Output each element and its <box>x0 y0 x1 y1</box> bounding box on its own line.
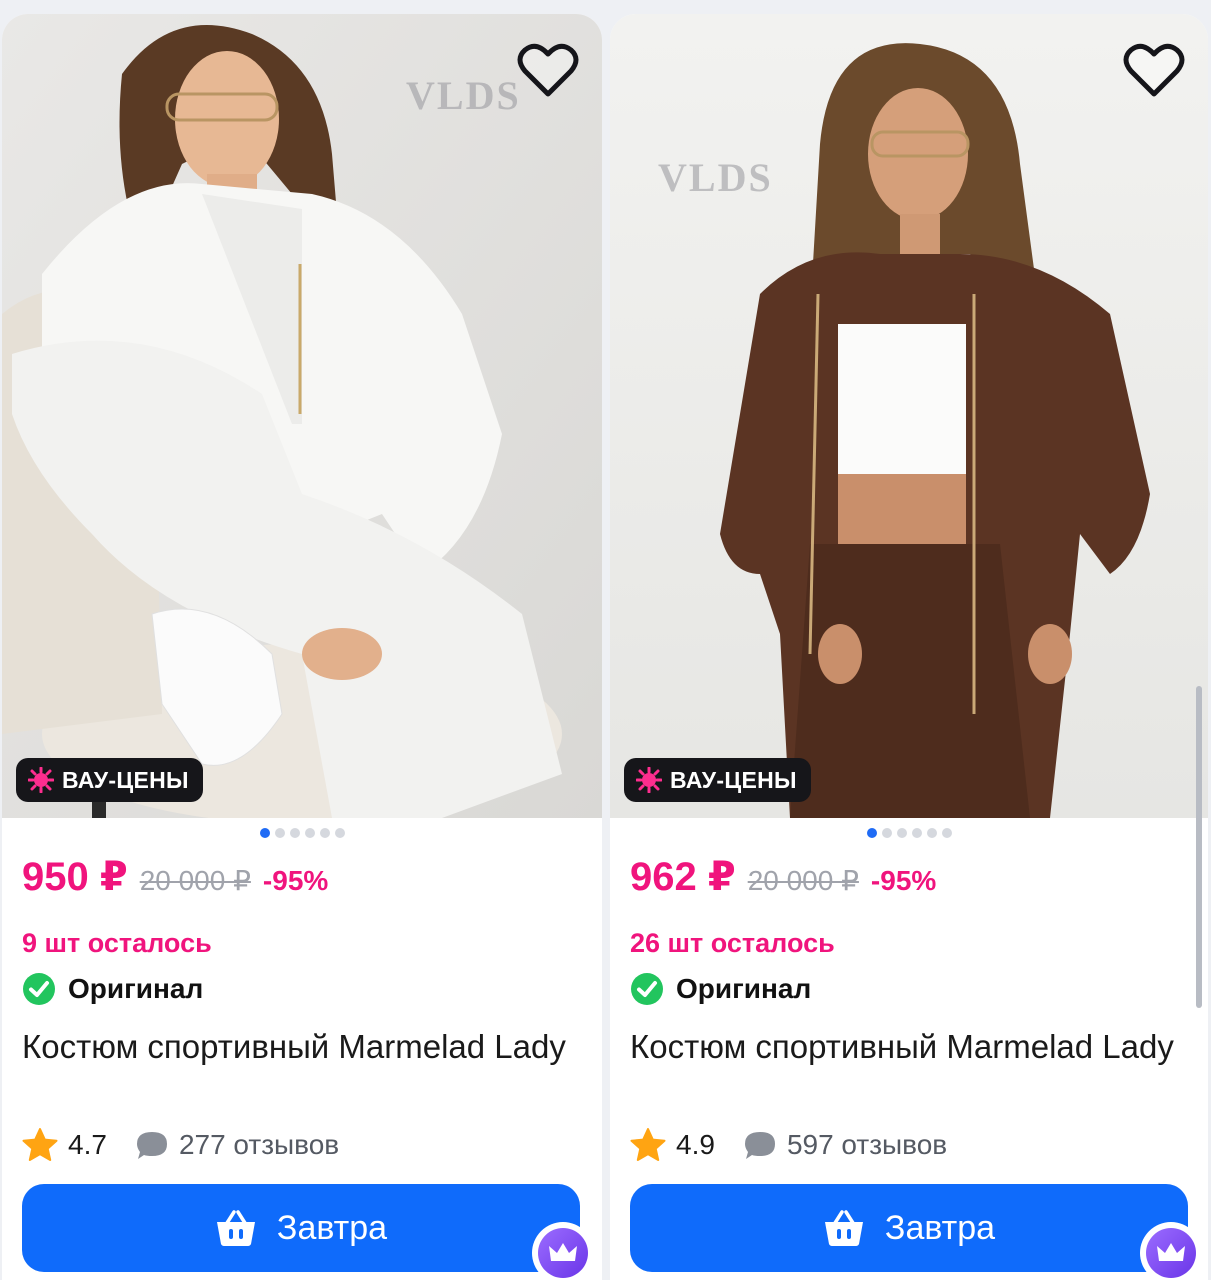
crown-icon <box>538 1228 588 1278</box>
brand-watermark: VLDS <box>406 73 521 118</box>
product-photo-image <box>2 14 602 818</box>
reviews-count[interactable]: 277 отзывов <box>179 1129 339 1161</box>
product-title[interactable]: Костюм спортивный Marmelad Lady <box>22 1022 582 1072</box>
product-grid: VLDS ВАУ-ЦЕНЫ 950 ₽ 20 000 ₽ -95% 9 шт о… <box>0 0 1211 1280</box>
reviews-count[interactable]: 597 отзывов <box>787 1129 947 1161</box>
wow-badge-label: ВАУ-ЦЕНЫ <box>62 766 189 793</box>
scrollbar[interactable] <box>1196 686 1202 1008</box>
image-pagination <box>2 828 602 838</box>
product-photo-image <box>610 14 1208 818</box>
wow-price-badge: ВАУ-ЦЕНЫ <box>16 758 203 802</box>
add-to-cart-button[interactable]: Завтра <box>630 1184 1188 1272</box>
delivery-label: Завтра <box>276 1208 388 1247</box>
crown-icon <box>1146 1228 1196 1278</box>
heart-icon <box>517 43 579 97</box>
pagination-dot[interactable] <box>941 828 952 838</box>
product-card[interactable]: VLDS ВАУ-ЦЕНЫ <box>610 14 1208 1280</box>
heart-icon <box>1123 43 1185 97</box>
pagination-dot[interactable] <box>911 828 922 838</box>
pagination-dot[interactable] <box>866 828 877 838</box>
pagination-dot[interactable] <box>896 828 907 838</box>
old-price: 20 000 ₽ <box>139 865 251 896</box>
product-card[interactable]: VLDS ВАУ-ЦЕНЫ <box>2 14 602 1280</box>
pagination-dot[interactable] <box>304 828 315 838</box>
comment-icon <box>744 1132 775 1159</box>
old-price: 20 000 ₽ <box>747 865 859 896</box>
original-label: Оригинал <box>676 973 812 1004</box>
current-price: 950 ₽ <box>22 855 128 899</box>
rating-row: 4.9 597 отзывов <box>630 1128 947 1162</box>
favorite-button[interactable] <box>516 40 580 100</box>
add-to-cart-button[interactable]: Завтра <box>22 1184 580 1272</box>
stock-remaining: 9 шт осталось <box>22 928 212 958</box>
check-circle-icon <box>23 973 55 1005</box>
rating-value: 4.9 <box>676 1129 715 1160</box>
rating-value: 4.7 <box>68 1129 107 1160</box>
discount-percent: -95% <box>262 865 329 896</box>
burst-icon <box>636 767 662 793</box>
current-price: 962 ₽ <box>630 855 736 899</box>
premium-badge[interactable] <box>1140 1222 1202 1280</box>
premium-badge[interactable] <box>532 1222 594 1280</box>
rating-row: 4.7 277 отзывов <box>22 1128 339 1162</box>
price-row: 962 ₽ 20 000 ₽ -95% <box>630 854 936 900</box>
product-photo[interactable]: VLDS ВАУ-ЦЕНЫ <box>2 14 602 818</box>
image-pagination <box>610 828 1208 838</box>
star-icon <box>630 1128 666 1161</box>
basket-icon <box>216 1210 255 1246</box>
product-photo[interactable]: VLDS ВАУ-ЦЕНЫ <box>610 14 1208 818</box>
pagination-dot[interactable] <box>926 828 937 838</box>
wow-price-badge: ВАУ-ЦЕНЫ <box>624 758 811 802</box>
star-icon <box>22 1128 58 1161</box>
basket-icon <box>824 1210 863 1246</box>
pagination-dot[interactable] <box>319 828 330 838</box>
pagination-dot[interactable] <box>289 828 300 838</box>
pagination-dot[interactable] <box>274 828 285 838</box>
product-title[interactable]: Костюм спортивный Marmelad Lady <box>630 1022 1190 1072</box>
pagination-dot[interactable] <box>334 828 345 838</box>
comment-icon <box>136 1132 167 1159</box>
favorite-button[interactable] <box>1122 40 1186 100</box>
burst-icon <box>28 767 54 793</box>
stock-remaining: 26 шт осталось <box>630 928 835 958</box>
pagination-dot[interactable] <box>259 828 270 838</box>
brand-watermark: VLDS <box>658 155 773 200</box>
pagination-dot[interactable] <box>881 828 892 838</box>
original-label: Оригинал <box>68 973 204 1004</box>
wow-badge-label: ВАУ-ЦЕНЫ <box>670 766 797 793</box>
price-row: 950 ₽ 20 000 ₽ -95% <box>22 854 328 900</box>
discount-percent: -95% <box>870 865 937 896</box>
original-badge: Оригинал <box>22 972 203 1006</box>
delivery-label: Завтра <box>884 1208 996 1247</box>
original-badge: Оригинал <box>630 972 811 1006</box>
check-circle-icon <box>631 973 663 1005</box>
